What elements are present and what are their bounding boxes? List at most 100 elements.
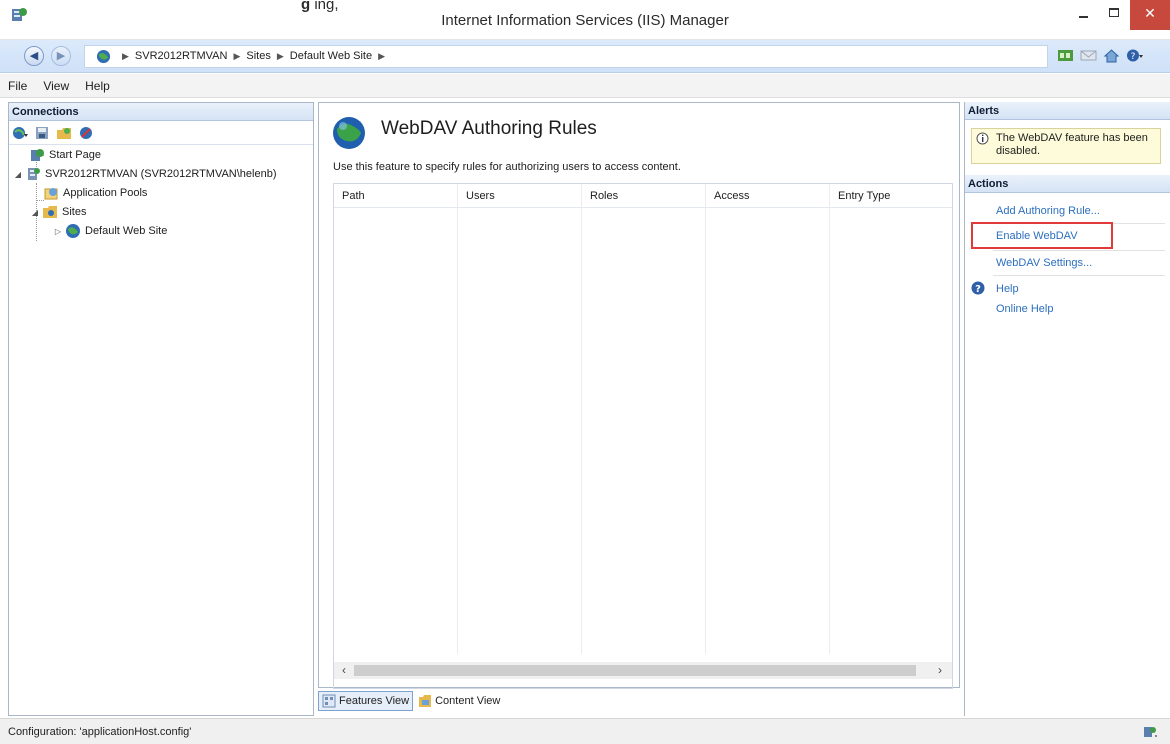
column-header-path[interactable]: Path (342, 190, 365, 202)
content-view-icon (419, 695, 432, 707)
page-title: WebDAV Authoring Rules (381, 118, 597, 139)
chevron-right-icon[interactable]: ▶ (378, 51, 385, 62)
tab-label: Content View (435, 695, 501, 707)
feature-description: Use this feature to specify rules for au… (333, 161, 681, 173)
column-header-roles[interactable]: Roles (590, 190, 618, 202)
minimize-icon (1079, 16, 1088, 18)
help-dropdown-icon[interactable]: ? (1126, 48, 1143, 63)
connect-icon[interactable] (1057, 48, 1074, 63)
scroll-left-icon[interactable]: ‹ (336, 663, 352, 677)
help-link[interactable]: Help (996, 283, 1019, 295)
action-divider (993, 275, 1165, 276)
save-icon[interactable] (34, 125, 50, 141)
tree-item-application-pools[interactable]: Application Pools (43, 184, 147, 202)
tree-item-sites[interactable]: ◢ Sites (30, 203, 86, 221)
web-site-globe-icon (66, 224, 80, 238)
network-status-icon (1144, 727, 1157, 737)
forward-button[interactable]: ▶ (51, 46, 71, 66)
add-authoring-rule-link[interactable]: Add Authoring Rule... (996, 205, 1100, 217)
actions-header: Actions (965, 175, 1170, 193)
menu-view[interactable]: View (43, 79, 69, 93)
info-icon (976, 132, 989, 145)
webdav-settings-link[interactable]: WebDAV Settings... (996, 257, 1092, 269)
alert-message-box: The WebDAV feature has been disabled. (971, 128, 1161, 164)
forward-arrow-icon: ▶ (56, 50, 66, 62)
address-bar: ◀ ▶ ▶ SVR2012RTMVAN ▶ Sites ▶ Default We… (0, 40, 1170, 73)
chevron-right-icon: ▶ (233, 50, 241, 61)
tree-item-label: Default Web Site (85, 225, 168, 237)
tree-item-start-page[interactable]: Start Page (29, 146, 101, 164)
disconnect-icon[interactable] (78, 125, 94, 141)
crumb-server[interactable]: SVR2012RTMVAN (135, 50, 228, 62)
help-icon: ? (971, 281, 985, 295)
features-view-icon (322, 694, 336, 708)
rules-grid[interactable]: Path Users Roles Access Entry Type ‹ › (333, 183, 953, 689)
menu-bar: File View Help (0, 74, 1170, 98)
menu-file[interactable]: File (8, 79, 27, 93)
add-folder-icon[interactable] (56, 125, 72, 141)
scrollbar-thumb[interactable] (354, 665, 916, 676)
expanded-arrow-icon[interactable]: ◢ (13, 170, 23, 179)
chevron-right-icon: ▶ (276, 50, 284, 61)
connections-toolbar (9, 121, 313, 145)
highlight-annotation (971, 222, 1113, 249)
tab-features-view[interactable]: Features View (318, 691, 414, 711)
column-header-access[interactable]: Access (714, 190, 749, 202)
svg-text:?: ? (1131, 52, 1136, 62)
alert-text: The WebDAV feature has been disabled. (996, 132, 1148, 157)
breadcrumb-items: ▶ SVR2012RTMVAN ▶ Sites ▶ Default Web Si… (116, 50, 391, 62)
view-tabs: Features View Content View (318, 690, 505, 712)
grid-header: Path Users Roles Access Entry Type (334, 184, 952, 208)
online-help-link[interactable]: Online Help (996, 303, 1053, 315)
alerts-header: Alerts (965, 102, 1170, 120)
tree-item-server[interactable]: ◢ SVR2012RTMVAN (SVR2012RTMVAN\helenb) (13, 165, 277, 183)
column-header-entry-type[interactable]: Entry Type (838, 190, 890, 202)
app-pools-icon (44, 188, 58, 200)
tree-item-default-web-site[interactable]: ▷ Default Web Site (53, 222, 168, 240)
expanded-arrow-icon[interactable]: ◢ (30, 208, 40, 217)
collapsed-arrow-icon[interactable]: ▷ (53, 227, 63, 236)
scroll-right-icon[interactable]: › (932, 663, 948, 677)
column-divider (457, 184, 458, 654)
connections-pane: Connections Start Page ◢ SVR2012RTMVAN (… (8, 102, 314, 716)
minimize-button[interactable] (1068, 0, 1098, 30)
status-text: Configuration: 'applicationHost.config' (8, 726, 192, 738)
feature-pane: WebDAV Authoring Rules Use this feature … (318, 102, 960, 689)
start-page-icon (31, 149, 44, 161)
column-divider (705, 184, 706, 654)
crumb-default-web-site[interactable]: Default Web Site (290, 50, 372, 62)
sites-folder-icon (43, 206, 57, 218)
crumb-sites[interactable]: Sites (246, 50, 270, 62)
connections-header: Connections (9, 103, 313, 121)
maximize-button[interactable] (1099, 0, 1129, 30)
tab-label: Features View (339, 695, 410, 707)
tree-item-label: Sites (62, 206, 87, 218)
close-icon: ✕ (1144, 5, 1156, 21)
home-icon[interactable] (1103, 48, 1120, 63)
breadcrumb[interactable]: ▶ SVR2012RTMVAN ▶ Sites ▶ Default Web Si… (84, 45, 1048, 68)
status-bar: Configuration: 'applicationHost.config' (0, 718, 1170, 744)
action-divider (993, 250, 1165, 251)
column-divider (829, 184, 830, 654)
tree-item-label: SVR2012RTMVAN (SVR2012RTMVAN\helenb) (45, 168, 277, 180)
server-icon (28, 168, 40, 180)
connect-globe-icon[interactable] (12, 125, 28, 141)
column-header-users[interactable]: Users (466, 190, 495, 202)
chevron-right-icon: ▶ (122, 50, 129, 61)
column-divider (581, 184, 582, 654)
close-button[interactable]: ✕ (1130, 0, 1170, 30)
horizontal-scrollbar[interactable]: ‹ › (334, 662, 952, 679)
title-bar: g ing, Internet Information Services (II… (0, 0, 1170, 40)
webdav-globe-icon (333, 117, 365, 149)
window-title: Internet Information Services (IIS) Mana… (441, 12, 729, 29)
back-arrow-icon: ◀ (29, 50, 39, 62)
mail-icon[interactable] (1080, 48, 1097, 63)
globe-icon (96, 49, 111, 64)
svg-text:?: ? (975, 284, 981, 295)
address-toolbar: ? (1057, 48, 1143, 63)
actions-pane: Alerts The WebDAV feature has been disab… (964, 102, 1170, 716)
tab-content-view[interactable]: Content View (415, 692, 503, 710)
back-button[interactable]: ◀ (24, 46, 44, 66)
maximize-icon (1109, 8, 1119, 17)
menu-help[interactable]: Help (85, 79, 110, 93)
